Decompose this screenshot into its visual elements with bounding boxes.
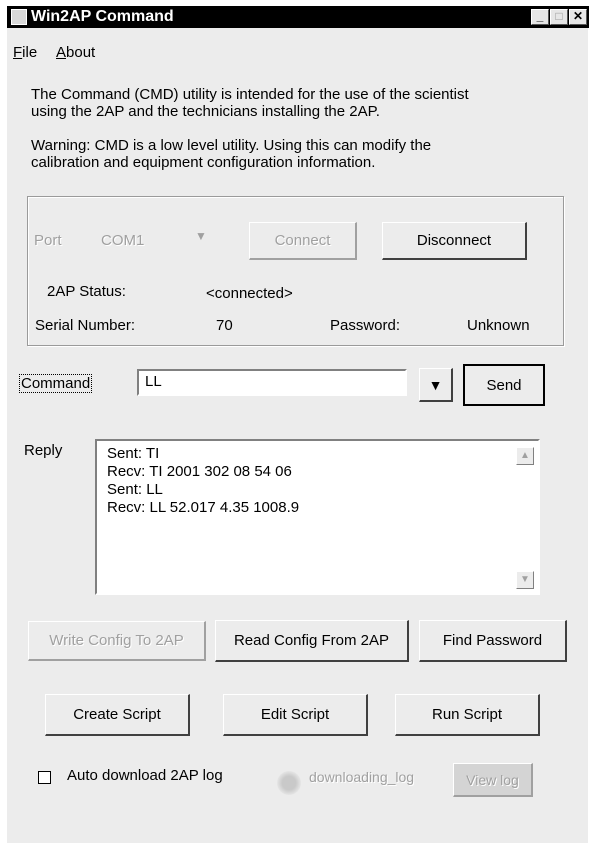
window-title: Win2AP Command [31, 8, 174, 25]
command-history-dropdown[interactable]: ▼ [419, 368, 453, 402]
app-window: Win2AP Command _ □ ✕ File About The Comm… [6, 6, 589, 843]
menu-file-label: ile [22, 44, 38, 61]
status-label: 2AP Status: [47, 283, 126, 300]
disconnect-button[interactable]: Disconnect [382, 222, 527, 260]
password-value: Unknown [467, 317, 530, 334]
intro-text: The Command (CMD) utility is intended fo… [31, 86, 571, 120]
read-config-button[interactable]: Read Config From 2AP [215, 620, 409, 662]
app-icon [11, 9, 27, 25]
write-config-button[interactable]: Write Config To 2AP [28, 621, 206, 661]
reply-line: Recv: TI 2001 302 08 54 06 [107, 463, 292, 480]
find-password-button[interactable]: Find Password [419, 620, 567, 662]
chevron-down-icon: ▼ [428, 376, 443, 393]
menu-about-label: bout [66, 44, 96, 61]
menu-about-mnemonic: A [56, 44, 67, 61]
download-progress-icon [277, 771, 301, 795]
auto-download-checkbox[interactable] [38, 771, 51, 784]
create-script-button[interactable]: Create Script [45, 694, 190, 736]
close-button[interactable]: ✕ [569, 9, 587, 25]
password-label: Password: [330, 317, 401, 334]
intro-line-2: using the 2AP and the technicians instal… [31, 103, 380, 120]
intro-line-1: The Command (CMD) utility is intended fo… [31, 86, 469, 103]
scroll-up-icon[interactable]: ▲ [516, 447, 534, 465]
maximize-button[interactable]: □ [550, 9, 568, 25]
command-label: Command [19, 374, 93, 393]
reply-label: Reply [24, 442, 63, 459]
reply-textarea[interactable]: Sent: TI Recv: TI 2001 302 08 54 06 Sent… [95, 439, 540, 595]
reply-line: Sent: TI [107, 445, 160, 462]
serial-number-label: Serial Number: [35, 317, 136, 334]
view-log-button[interactable]: View log [453, 763, 533, 797]
reply-line: Recv: LL 52.017 4.35 1008.9 [107, 499, 300, 516]
auto-download-label: Auto download 2AP log [67, 767, 223, 784]
warning-line-2: calibration and equipment configuration … [31, 154, 376, 171]
command-input[interactable]: LL [137, 369, 407, 396]
send-button[interactable]: Send [463, 364, 545, 406]
menu-bar: File About [7, 30, 589, 61]
downloading-log-label: downloading_log [309, 769, 415, 785]
warning-text: Warning: CMD is a low level utility. Usi… [31, 137, 571, 171]
run-script-button[interactable]: Run Script [395, 694, 540, 736]
port-select[interactable]: COM1 [101, 232, 144, 249]
scroll-down-icon[interactable]: ▼ [516, 571, 534, 589]
title-bar[interactable]: Win2AP Command _ □ ✕ [7, 6, 589, 28]
minimize-button[interactable]: _ [531, 9, 549, 25]
warning-line-1: Warning: CMD is a low level utility. Usi… [31, 137, 432, 154]
reply-line: Sent: LL [107, 481, 163, 498]
menu-file[interactable]: File [13, 44, 37, 61]
status-value: <connected> [206, 285, 293, 302]
command-input-value: LL [145, 373, 162, 390]
connect-button[interactable]: Connect [249, 222, 357, 260]
serial-number-value: 70 [216, 317, 233, 334]
edit-script-button[interactable]: Edit Script [223, 694, 368, 736]
menu-file-mnemonic: F [13, 44, 23, 61]
port-label: Port [34, 232, 62, 249]
port-dropdown-icon: ▼ [195, 229, 207, 243]
menu-about[interactable]: About [56, 44, 95, 61]
